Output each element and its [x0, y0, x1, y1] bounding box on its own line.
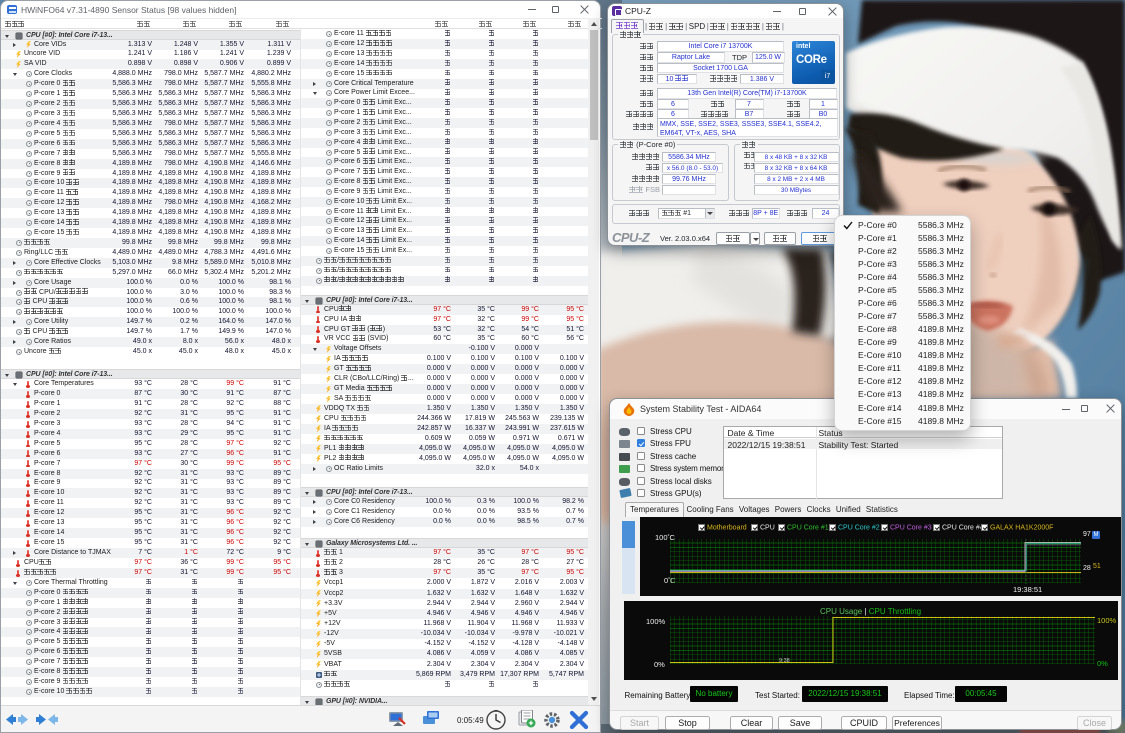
svg-text:0:05:49: 0:05:49	[457, 716, 484, 725]
